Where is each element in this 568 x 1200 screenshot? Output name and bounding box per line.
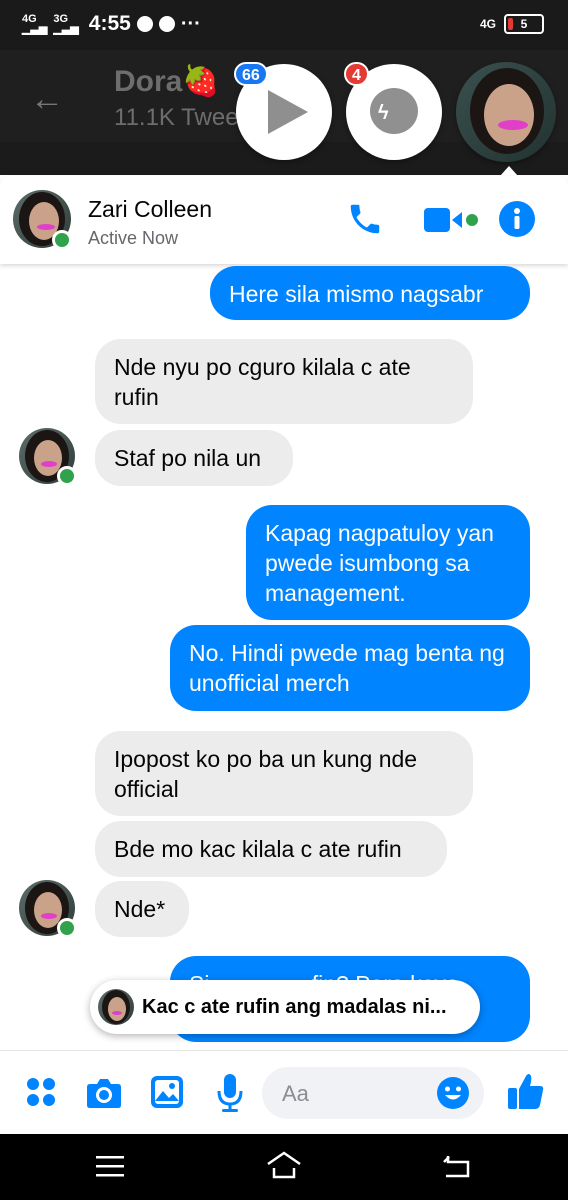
new-message-preview[interactable]: Kac c ate rufin ang madalas ni... bbox=[90, 980, 480, 1034]
chat-head-video[interactable]: 66 bbox=[234, 62, 332, 160]
contact-status: Active Now bbox=[88, 228, 179, 248]
messenger-notification-icon bbox=[136, 16, 153, 32]
more-actions-icon[interactable] bbox=[26, 1077, 56, 1107]
message-outgoing[interactable]: Here sila mismo nagsabr bbox=[210, 266, 530, 320]
background-subtitle: 11.1K Twee bbox=[114, 104, 239, 131]
message-incoming[interactable]: Nde* bbox=[95, 881, 189, 937]
preview-avatar bbox=[98, 989, 134, 1025]
menu-icon[interactable] bbox=[96, 1154, 124, 1178]
avatar-face bbox=[108, 997, 126, 1021]
avatar-lips bbox=[41, 913, 57, 919]
messenger-notification-icon-2 bbox=[158, 16, 175, 32]
info-icon[interactable] bbox=[498, 200, 536, 238]
play-icon bbox=[268, 90, 308, 134]
online-indicator bbox=[52, 230, 72, 250]
microphone-icon[interactable] bbox=[216, 1073, 244, 1113]
avatar-face bbox=[484, 84, 534, 146]
online-indicator bbox=[57, 918, 77, 938]
message-incoming[interactable]: Staf po nila un bbox=[95, 430, 293, 486]
avatar-lips bbox=[498, 120, 528, 130]
chat-head-contact-avatar[interactable] bbox=[456, 62, 556, 162]
clock: 4:55 bbox=[88, 12, 131, 35]
status-bar: 4G ▁▃▅ 3G ▁▃▅ 4:55 ··· 4G 5 bbox=[0, 0, 568, 50]
message-incoming[interactable]: Ipopost ko po ba un kung nde official bbox=[95, 731, 473, 816]
background-title: Dora🍓 bbox=[114, 65, 220, 98]
avatar-lips bbox=[41, 461, 57, 467]
message-incoming[interactable]: Bde mo kac kilala c ate rufin bbox=[95, 821, 447, 877]
home-icon[interactable] bbox=[266, 1150, 302, 1180]
emoji-icon[interactable] bbox=[436, 1076, 470, 1110]
avatar-lips bbox=[112, 1011, 122, 1015]
video-call-icon[interactable] bbox=[422, 204, 480, 236]
message-composer: Aa bbox=[0, 1050, 568, 1135]
system-navigation-bar bbox=[0, 1134, 568, 1200]
battery-icon: 5 bbox=[504, 14, 544, 34]
avatar-lips bbox=[37, 224, 55, 230]
unread-badge: 4 bbox=[344, 62, 369, 86]
chat-head-messenger[interactable]: ϟ 4 bbox=[344, 62, 442, 160]
signal-icon-1: 4G ▁▃▅ bbox=[22, 13, 48, 35]
active-head-caret bbox=[500, 166, 518, 176]
conversation-header: Zari Colleen Active Now bbox=[0, 176, 568, 264]
online-indicator bbox=[57, 466, 77, 486]
phone-call-icon[interactable] bbox=[346, 200, 384, 238]
more-notifications-icon: ··· bbox=[180, 12, 201, 35]
status-right: 4G 5 bbox=[480, 14, 544, 34]
unread-badge: 66 bbox=[234, 62, 268, 86]
thumbs-up-icon[interactable] bbox=[506, 1071, 546, 1111]
message-input-placeholder: Aa bbox=[282, 1081, 309, 1106]
message-incoming[interactable]: Nde nyu po cguro kilala c ate rufin bbox=[95, 339, 473, 424]
message-input[interactable]: Aa bbox=[262, 1067, 484, 1119]
preview-text: Kac c ate rufin ang madalas ni... bbox=[142, 996, 447, 1018]
back-arrow-icon: ← bbox=[30, 80, 64, 118]
message-outgoing[interactable]: Kapag nagpatuloy yan pwede isumbong sa m… bbox=[246, 505, 530, 620]
signal-icon-2: 3G ▁▃▅ bbox=[53, 13, 79, 35]
messenger-bolt-icon: ϟ bbox=[378, 102, 389, 124]
status-left: 4G ▁▃▅ 3G ▁▃▅ 4:55 ··· bbox=[22, 12, 201, 36]
back-icon[interactable] bbox=[442, 1152, 472, 1180]
gallery-icon[interactable] bbox=[150, 1075, 184, 1109]
message-outgoing[interactable]: No. Hindi pwede mag benta ng unofficial … bbox=[170, 625, 530, 711]
contact-name[interactable]: Zari Colleen bbox=[88, 196, 212, 223]
network-indicator: 4G bbox=[479, 17, 496, 31]
camera-icon[interactable] bbox=[86, 1077, 122, 1109]
